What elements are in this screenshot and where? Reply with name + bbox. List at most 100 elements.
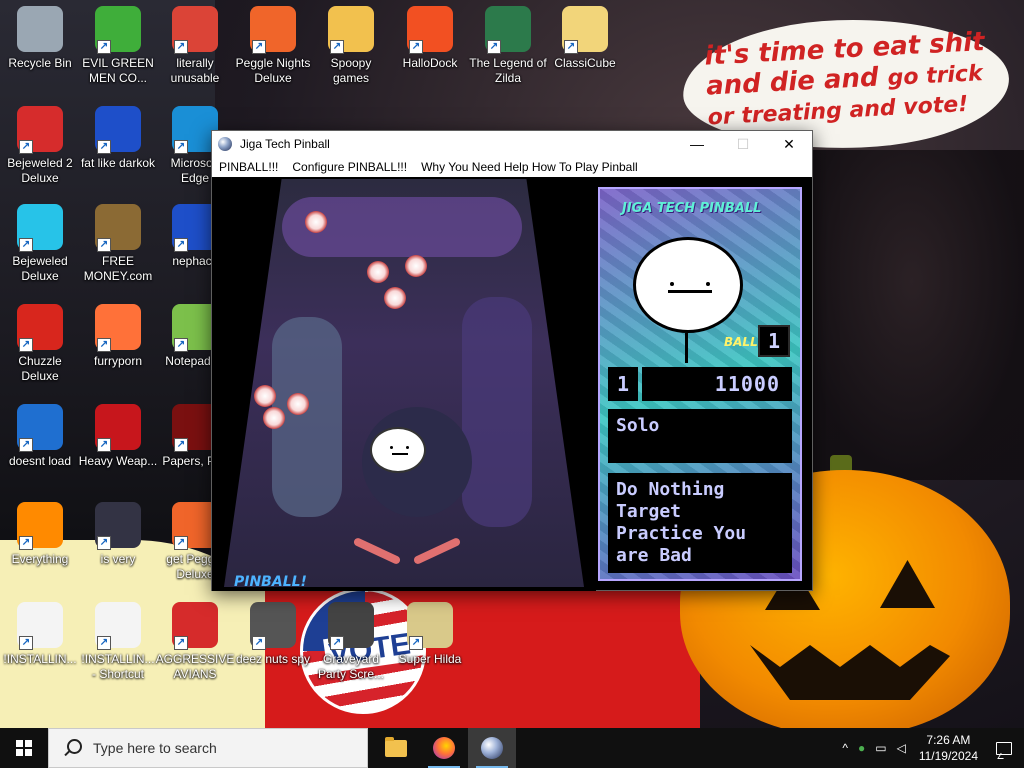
menu-pinball[interactable]: PINBALL!!! <box>212 160 285 174</box>
shortcut-arrow-icon: ↗ <box>409 636 423 650</box>
firefox-icon <box>433 737 455 759</box>
face-mouth <box>392 453 408 455</box>
desktop-icon-label: FREE MONEY.com <box>83 254 153 283</box>
shortcut-arrow-icon: ↗ <box>252 636 266 650</box>
pinball-window[interactable]: Jiga Tech Pinball — ☐ ✕ PINBALL!!! Confi… <box>211 130 813 591</box>
folder-icon: ↗ <box>562 6 608 54</box>
desktop-icon[interactable]: Recycle Bin <box>0 2 80 92</box>
shortcut-arrow-icon: ↗ <box>97 140 111 154</box>
bumper <box>263 407 285 429</box>
desktop-icon[interactable]: ↗ fat like darkok <box>78 102 158 192</box>
start-button[interactable] <box>0 728 48 768</box>
text-file-icon: ↗ <box>95 602 141 650</box>
clock[interactable]: 7:26 AM 11/19/2024 <box>919 732 978 764</box>
shortcut-arrow-icon: ↗ <box>97 438 111 452</box>
desktop-icon-label: ClassiCube <box>554 56 616 70</box>
desktop-icon[interactable]: ↗ HalloDock <box>390 2 470 92</box>
windows-logo-icon <box>16 740 32 756</box>
player-number: 1 <box>608 367 638 401</box>
volume-icon[interactable]: ◁ <box>897 741 906 755</box>
desktop-icon[interactable]: ↗ Super Hilda <box>390 598 470 688</box>
chevron-up-icon[interactable]: ^ <box>842 741 848 755</box>
pinball-app-icon <box>218 137 232 151</box>
bumper <box>384 287 406 309</box>
close-button[interactable]: ✕ <box>766 131 812 157</box>
shortcut-arrow-icon: ↗ <box>252 40 266 54</box>
shortcut-arrow-icon: ↗ <box>174 636 188 650</box>
mpl-icon: ↗ <box>95 106 141 154</box>
windows-stack-icon: ↗ <box>250 602 296 650</box>
shortcut-arrow-icon: ↗ <box>97 40 111 54</box>
desktop-icon[interactable]: ↗ Heavy Weap... <box>78 400 158 490</box>
people-icon[interactable]: ● <box>858 741 865 755</box>
taskbar-pinball[interactable] <box>468 728 516 768</box>
panel-face-eye <box>670 282 674 286</box>
face-eye <box>406 446 409 449</box>
desktop-icon[interactable]: ↗ Everything <box>0 498 80 588</box>
score-panel: JIGA TECH PINBALL BALL 1 1 11000 Solo Do… <box>598 187 802 581</box>
desktop-icon[interactable]: ↗ furryporn <box>78 300 158 390</box>
desktop-icon[interactable]: ↗ FREE MONEY.com <box>78 200 158 290</box>
taskbar: Type here to search ^ ● ▭ ◁ 7:26 AM 11/1… <box>0 728 1024 768</box>
network-icon[interactable]: ▭ <box>875 741 886 755</box>
bumper <box>254 385 276 407</box>
shortcut-arrow-icon: ↗ <box>97 536 111 550</box>
desktop-icon[interactable]: ↗ literally unusable <box>155 2 235 92</box>
pinball-playfield[interactable]: PINBALL! <box>212 177 596 591</box>
maximize-button[interactable]: ☐ <box>720 131 766 157</box>
shortcut-arrow-icon: ↗ <box>19 438 33 452</box>
shortcut-arrow-icon: ↗ <box>409 40 423 54</box>
window-title: Jiga Tech Pinball <box>240 137 330 151</box>
shortcut-arrow-icon: ↗ <box>330 636 344 650</box>
desktop-icon-label: The Legend of Zilda <box>469 56 547 85</box>
desktop-icon[interactable]: ↗ AGGRESSIVE AVIANS <box>155 598 235 688</box>
desktop-icon[interactable]: ↗ Chuzzle Deluxe <box>0 300 80 390</box>
desktop-icon[interactable]: ↗ Spoopy games <box>311 2 391 92</box>
desktop-icon[interactable]: ↗ Bejeweled Deluxe <box>0 200 80 290</box>
mpl-icon: ↗ <box>95 502 141 550</box>
desktop-icon[interactable]: ↗ !INSTALLIN... - Shortcut <box>78 598 158 688</box>
desktop-icon[interactable]: ↗ doesnt load <box>0 400 80 490</box>
desktop-icon[interactable]: ↗ is very <box>78 498 158 588</box>
taskbar-search-box[interactable]: Type here to search <box>48 728 368 768</box>
shortcut-arrow-icon: ↗ <box>487 40 501 54</box>
shortcut-arrow-icon: ↗ <box>174 238 188 252</box>
clock-date: 11/19/2024 <box>918 749 978 763</box>
text-file-icon: ↗ <box>17 602 63 650</box>
notification-center-button[interactable] <box>984 728 1024 768</box>
clock-time: 7:26 AM <box>926 733 971 747</box>
bumper <box>405 255 427 277</box>
desktop-icon[interactable]: ↗ Peggle Nights Deluxe <box>233 2 313 92</box>
window-titlebar[interactable]: Jiga Tech Pinball — ☐ ✕ <box>212 131 812 157</box>
right-ramp <box>462 297 532 527</box>
shortcut-arrow-icon: ↗ <box>174 338 188 352</box>
menu-help[interactable]: Why You Need Help How To Play Pinball <box>414 160 645 174</box>
score-display: 11000 <box>642 367 792 401</box>
desktop-icon[interactable]: ↗ EVIL GREEN MEN CO... <box>78 2 158 92</box>
desktop-icon[interactable]: ↗ ClassiCube <box>545 2 625 92</box>
menu-configure[interactable]: Configure PINBALL!!! <box>285 160 414 174</box>
bumper <box>367 261 389 283</box>
taskbar-file-explorer[interactable] <box>372 728 420 768</box>
desktop-icon-label: HalloDock <box>402 56 458 70</box>
desktop-icon-label: furryporn <box>93 354 143 368</box>
gem-icon: ↗ <box>17 204 63 252</box>
taskbar-firefox[interactable] <box>420 728 468 768</box>
system-tray: ^ ● ▭ ◁ 7:26 AM 11/19/2024 <box>837 728 984 768</box>
desktop-icon[interactable]: ↗ The Legend of Zilda <box>468 2 548 92</box>
desktop-icon[interactable]: ↗ Graveyard Party Scre... <box>311 598 391 688</box>
peggle-icon: ↗ <box>250 6 296 54</box>
minimize-button[interactable]: — <box>674 131 720 157</box>
shortcut-arrow-icon: ↗ <box>97 636 111 650</box>
desktop-icon-label: Spoopy games <box>330 56 372 85</box>
shortcut-arrow-icon: ↗ <box>174 140 188 154</box>
playfield-face <box>370 427 426 473</box>
desktop-icon[interactable]: ↗ !INSTALLIN... <box>0 598 80 688</box>
face-eye <box>390 446 393 449</box>
desktop-icon-label: Bejeweled Deluxe <box>12 254 68 283</box>
desktop-icon-label: Graveyard Party Scre... <box>317 652 385 681</box>
desktop-icon[interactable]: ↗ Bejeweled 2 Deluxe <box>0 102 80 192</box>
desktop-icon[interactable]: ↗ deez nuts spy <box>233 598 313 688</box>
search-everything-icon: ↗ <box>17 502 63 550</box>
desktop-icon-label: !INSTALLIN... - Shortcut <box>81 652 155 681</box>
